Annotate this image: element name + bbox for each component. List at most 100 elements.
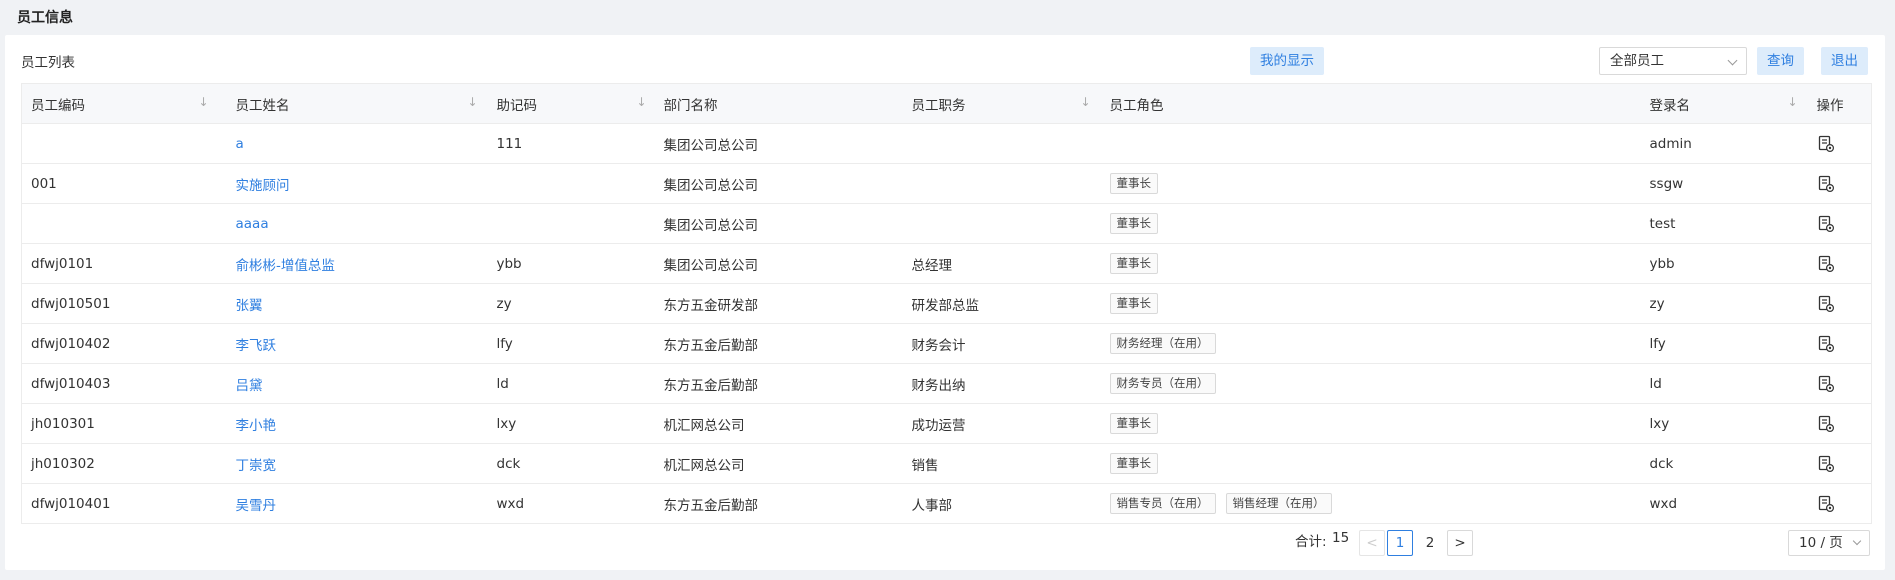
cell-name[interactable]: a — [226, 123, 488, 164]
role-tag: 董事长 — [1109, 173, 1158, 194]
cell-position: 人事部 — [911, 497, 953, 514]
page-2-button[interactable]: 2 — [1417, 530, 1443, 556]
cell-name[interactable]: 李小艳 — [226, 403, 488, 444]
column-header-label: 助记码 — [496, 97, 538, 114]
cell-name[interactable]: 李飞跃 — [226, 323, 488, 364]
view-detail-icon[interactable] — [1817, 335, 1835, 353]
employee-table: 员工编码 ↓ 员工姓名 ↓ 助记码 ↓ 部门名称 员工职务 ↓ 员工角色 登录名… — [21, 83, 1872, 524]
prev-page-button[interactable]: < — [1359, 530, 1385, 556]
column-header-login[interactable]: 登录名 ↓ — [1640, 83, 1808, 124]
cell-name[interactable]: 吴雪丹 — [227, 484, 488, 524]
cell-name[interactable]: 丁崇宽 — [226, 443, 488, 484]
employee-filter-select[interactable]: 全部员工 — [1599, 47, 1747, 75]
role-tag: 财务经理（在用） — [1109, 333, 1216, 354]
table-row: aaaa 集团公司总公司 董事长 test — [21, 203, 1872, 244]
cell-actions — [1807, 203, 1872, 244]
column-header-position[interactable]: 员工职务 ↓ — [902, 83, 1101, 124]
column-header-label: 操作 — [1816, 97, 1844, 114]
cell-code: 001 — [21, 163, 227, 204]
cell-position: 财务出纳 — [902, 363, 1101, 404]
cell-roles: 财务经理（在用） — [1100, 323, 1641, 364]
employee-name-link[interactable]: 李小艳 — [236, 418, 277, 434]
role-tag: 董事长 — [1109, 453, 1158, 474]
employee-name-link[interactable]: a — [236, 136, 244, 152]
cell-roles: 销售专员（在用） 销售经理（在用） — [1101, 484, 1641, 524]
sort-arrow-icon[interactable]: ↓ — [636, 95, 646, 109]
table-row: dfwj010403 吕黛 ld 东方五金后勤部 财务出纳 财务专员（在用） ld — [21, 363, 1872, 404]
total-label: 合计: — [1295, 534, 1327, 550]
cell-actions — [1807, 363, 1872, 404]
view-detail-icon[interactable] — [1817, 455, 1835, 473]
sort-arrow-icon[interactable]: ↓ — [1080, 95, 1090, 109]
cell-actions — [1807, 243, 1872, 284]
employee-name-link[interactable]: 张翼 — [236, 298, 263, 314]
page-size-value: 10 / 页 — [1799, 535, 1843, 551]
page-1-button[interactable]: 1 — [1387, 530, 1413, 556]
role-tag: 销售经理（在用） — [1225, 493, 1332, 514]
my-display-button[interactable]: 我的显示 — [1250, 47, 1324, 75]
page-size-select[interactable]: 10 / 页 — [1788, 530, 1870, 556]
role-tag: 董事长 — [1109, 213, 1158, 234]
employee-name-link[interactable]: 实施顾问 — [236, 178, 290, 194]
cell-login: dck — [1640, 443, 1808, 484]
cell-mnemonic: wxd — [496, 495, 525, 512]
sort-arrow-icon[interactable]: ↓ — [467, 95, 477, 109]
query-button[interactable]: 查询 — [1757, 47, 1804, 75]
column-header-label: 员工姓名 — [235, 97, 290, 114]
employee-name-link[interactable]: 吴雪丹 — [236, 498, 277, 514]
cell-name[interactable]: aaaa — [226, 203, 488, 244]
employee-name-link[interactable]: 俞彬彬-增值总监 — [236, 258, 335, 274]
view-detail-icon[interactable] — [1817, 135, 1835, 153]
cell-position: 财务会计 — [902, 323, 1101, 364]
view-detail-icon[interactable] — [1817, 415, 1835, 433]
column-header-mnemonic[interactable]: 助记码 ↓ — [487, 83, 655, 124]
cell-login: test — [1640, 203, 1808, 244]
cell-mnemonic: lxy — [487, 403, 655, 444]
sort-arrow-icon[interactable]: ↓ — [1787, 95, 1797, 109]
cell-roles: 董事长 — [1100, 403, 1641, 444]
cell-code: dfwj010403 — [21, 363, 227, 404]
cell-mnemonic — [487, 203, 655, 244]
employee-name-link[interactable]: aaaa — [236, 216, 269, 232]
column-header-actions: 操作 — [1807, 83, 1872, 124]
cell-login: ssgw — [1640, 163, 1808, 204]
cell-position — [902, 123, 1101, 164]
cell-mnemonic: 111 — [487, 123, 655, 164]
view-detail-icon[interactable] — [1817, 295, 1835, 313]
cell-dept: 集团公司总公司 — [654, 243, 903, 284]
cell-name[interactable]: 吕黛 — [226, 363, 488, 404]
table-row: dfwj010501 张翼 zy 东方五金研发部 研发部总监 董事长 zy — [21, 283, 1872, 324]
column-header-label: 登录名 — [1649, 97, 1691, 114]
table-row: dfwj0101 俞彬彬-增值总监 ybb 集团公司总公司 总经理 董事长 ybb — [21, 243, 1872, 284]
cell-position: 成功运营 — [902, 403, 1101, 444]
column-header-label: 员工角色 — [1109, 97, 1164, 114]
view-detail-icon[interactable] — [1817, 375, 1835, 393]
cell-roles: 董事长 — [1100, 243, 1641, 284]
cell-roles: 董事长 — [1100, 163, 1641, 204]
cell-mnemonic: dck — [487, 443, 655, 484]
employee-name-link[interactable]: 李飞跃 — [236, 338, 277, 354]
view-detail-icon[interactable] — [1817, 495, 1835, 513]
view-detail-icon[interactable] — [1817, 175, 1835, 193]
cell-login: zy — [1640, 283, 1808, 324]
exit-button[interactable]: 退出 — [1821, 47, 1868, 75]
cell-code: dfwj0101 — [21, 243, 227, 284]
cell-name[interactable]: 实施顾问 — [226, 163, 488, 204]
cell-name[interactable]: 张翼 — [226, 283, 488, 324]
view-detail-icon[interactable] — [1817, 255, 1835, 273]
next-page-button[interactable]: > — [1447, 530, 1473, 556]
cell-login: lxy — [1640, 403, 1808, 444]
column-header-code[interactable]: 员工编码 ↓ — [21, 83, 227, 124]
cell-code: dfwj010501 — [21, 283, 227, 324]
cell-actions — [1807, 443, 1872, 484]
cell-login: ybb — [1640, 243, 1808, 284]
column-header-dept: 部门名称 — [654, 83, 903, 124]
sort-arrow-icon[interactable]: ↓ — [198, 95, 208, 109]
cell-mnemonic: lfy — [487, 323, 655, 364]
column-header-name[interactable]: 员工姓名 ↓ — [226, 83, 488, 124]
cell-name[interactable]: 俞彬彬-增值总监 — [226, 243, 488, 284]
employee-name-link[interactable]: 吕黛 — [236, 378, 263, 394]
view-detail-icon[interactable] — [1817, 215, 1835, 233]
cell-actions — [1807, 163, 1872, 204]
employee-name-link[interactable]: 丁崇宽 — [236, 458, 277, 474]
